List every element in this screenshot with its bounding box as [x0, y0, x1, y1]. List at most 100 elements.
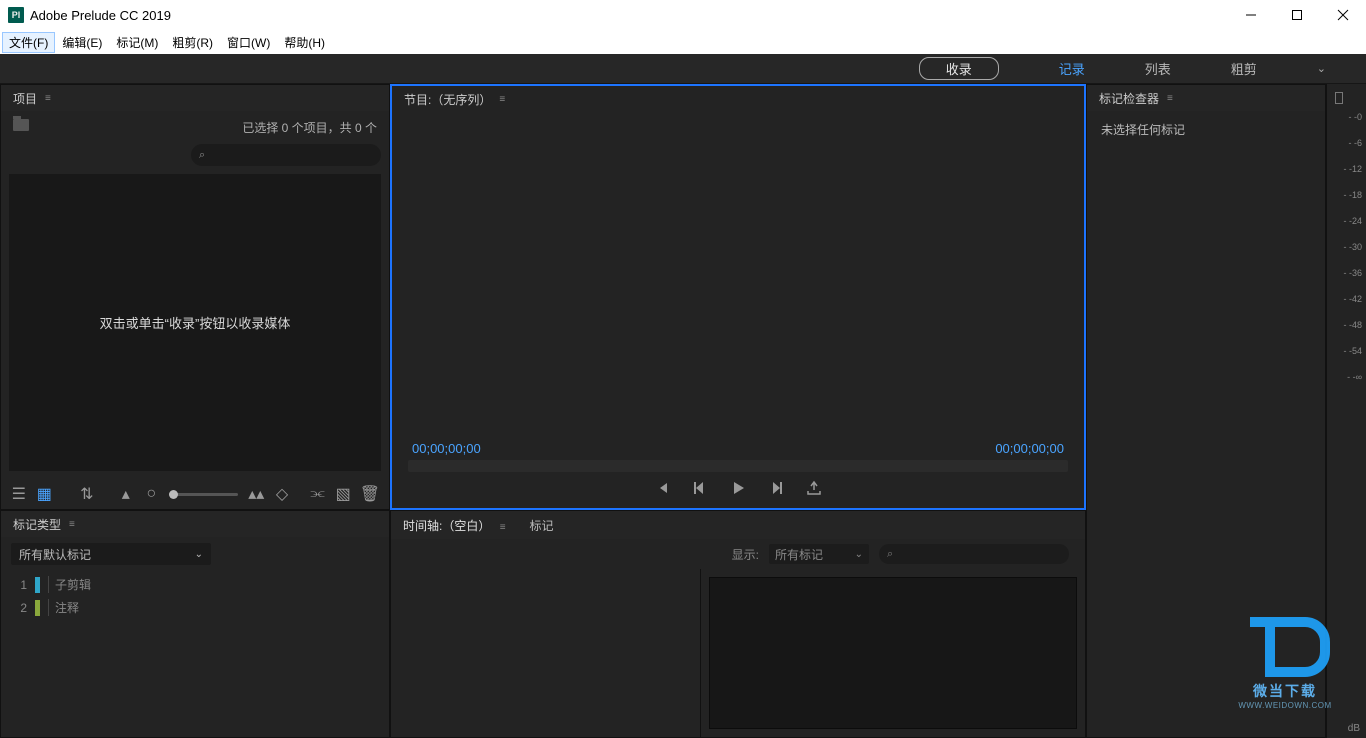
search-icon: ⌕: [887, 548, 893, 561]
bin-icon[interactable]: [13, 119, 29, 131]
minimize-button[interactable]: [1228, 0, 1274, 30]
automate-icon[interactable]: ⫘: [310, 485, 326, 503]
workspace-list[interactable]: 列表: [1145, 59, 1171, 78]
menu-rough[interactable]: 粗剪(R): [165, 32, 220, 53]
search-icon: ⌕: [199, 149, 205, 162]
menu-window[interactable]: 窗口(W): [220, 32, 277, 53]
panel-menu-icon[interactable]: ≡: [1167, 93, 1179, 104]
panel-menu-icon[interactable]: ≡: [500, 522, 506, 533]
project-search-input[interactable]: ⌕: [191, 144, 381, 166]
inspector-title: 标记检查器: [1099, 90, 1159, 107]
menu-file[interactable]: 文件(F): [2, 32, 55, 53]
timeline-track-area[interactable]: [709, 577, 1077, 729]
zoom-out-icon[interactable]: ▴: [118, 485, 134, 503]
window-titlebar: Pl Adobe Prelude CC 2019: [0, 0, 1366, 30]
meter-tick: - -54: [1343, 346, 1362, 356]
marker-preset-select[interactable]: 所有默认标记 ⌄: [11, 543, 211, 565]
app-title: Adobe Prelude CC 2019: [30, 8, 171, 23]
trash-icon[interactable]: 🗑: [361, 485, 379, 503]
marker-color-swatch: [35, 577, 40, 593]
timeline-show-label: 显示:: [732, 546, 759, 563]
menu-marker[interactable]: 标记(M): [109, 32, 165, 53]
timeline-track-header[interactable]: [391, 569, 701, 737]
meter-tick: - -42: [1343, 294, 1362, 304]
meter-tick: - -36: [1343, 268, 1362, 278]
project-placeholder: 双击或单击“收录”按钮以收录媒体: [100, 313, 291, 332]
zoom-max-icon[interactable]: ▴▴: [248, 485, 264, 503]
app-logo: Pl: [8, 7, 24, 23]
panel-menu-icon[interactable]: ≡: [69, 519, 81, 530]
zoom-slider[interactable]: [169, 493, 238, 496]
inspector-empty-text: 未选择任何标记: [1101, 121, 1311, 138]
menu-edit[interactable]: 编辑(E): [55, 32, 109, 53]
marker-inspector-panel: 标记检查器 ≡ 未选择任何标记: [1086, 84, 1326, 738]
meter-tick: - -∞: [1343, 372, 1362, 382]
workspace-more-icon[interactable]: ⌄: [1317, 62, 1326, 75]
chevron-down-icon: ⌄: [855, 549, 863, 560]
meter-tick: - -12: [1343, 164, 1362, 174]
timeline-search-input[interactable]: ⌕: [879, 544, 1069, 564]
monitor-scrubber[interactable]: [408, 460, 1068, 472]
marker-row-label: 子剪辑: [48, 576, 91, 593]
meter-tick: - -6: [1343, 138, 1362, 148]
timeline-show-select[interactable]: 所有标记 ⌄: [769, 544, 869, 564]
list-view-icon[interactable]: ☰: [11, 485, 27, 503]
marker-color-swatch: [35, 600, 40, 616]
play-icon[interactable]: [730, 480, 746, 501]
project-toolbar: ☰ ▦ ⇅ ▴ ○ ▴▴ ◇ ⫘ ▧ 🗑: [1, 479, 389, 509]
tab-timeline[interactable]: 时间轴:（空白） ≡: [391, 517, 518, 534]
project-panel-header[interactable]: 项目 ≡: [1, 85, 389, 111]
meter-tick: - -0: [1343, 112, 1362, 122]
meter-tick: - -48: [1343, 320, 1362, 330]
audio-meter: - -0 - -6 - -12 - -18 - -24 - -30 - -36 - -42 - …: [1326, 84, 1366, 738]
meter-tick: - -18: [1343, 190, 1362, 200]
chevron-down-icon: ⌄: [195, 549, 203, 560]
zoom-diamond-icon[interactable]: ◇: [274, 485, 290, 503]
marker-type-title: 标记类型: [13, 516, 61, 533]
workspace-bar: 收录 记录 列表 粗剪 ⌄: [0, 54, 1366, 84]
inspector-header[interactable]: 标记检查器 ≡: [1087, 85, 1325, 111]
close-button[interactable]: [1320, 0, 1366, 30]
menu-bar: 文件(F) 编辑(E) 标记(M) 粗剪(R) 窗口(W) 帮助(H): [0, 30, 1366, 54]
panel-menu-icon[interactable]: ≡: [45, 93, 57, 104]
marker-row-index: 2: [15, 601, 27, 615]
marker-preset-value: 所有默认标记: [19, 546, 91, 563]
timeline-show-value: 所有标记: [775, 546, 823, 563]
meter-tick: - -30: [1343, 242, 1362, 252]
thumb-view-icon[interactable]: ▦: [37, 485, 53, 503]
project-status: 已选择 0 个项目，共 0 个: [242, 119, 377, 136]
sort-icon[interactable]: ⇅: [79, 485, 95, 503]
timecode-current[interactable]: 00;00;00;00: [412, 441, 481, 456]
timeline-panel: 时间轴:（空白） ≡ 标记 显示: 所有标记 ⌄ ⌕: [390, 510, 1086, 738]
program-monitor-panel: 节目:（无序列） ≡ 00;00;00;00 00;00;00;00: [390, 84, 1086, 510]
workspace-ingest[interactable]: 收录: [919, 57, 999, 80]
project-drop-area[interactable]: 双击或单击“收录”按钮以收录媒体: [9, 174, 381, 471]
project-panel-title: 项目: [13, 90, 37, 107]
zoom-min-icon[interactable]: ○: [144, 485, 160, 503]
panel-menu-icon[interactable]: ≡: [499, 94, 511, 105]
monitor-title: 节目:（无序列）: [404, 91, 491, 108]
workspace-rough[interactable]: 粗剪: [1231, 59, 1257, 78]
meter-tick: - -24: [1343, 216, 1362, 226]
timecode-duration: 00;00;00;00: [995, 441, 1064, 456]
marker-type-header[interactable]: 标记类型 ≡: [1, 511, 389, 537]
tab-timeline-label: 时间轴:（空白）: [403, 519, 490, 533]
monitor-header[interactable]: 节目:（无序列） ≡: [392, 86, 1084, 112]
marker-type-row[interactable]: 1 子剪辑: [11, 573, 379, 596]
menu-help[interactable]: 帮助(H): [277, 32, 332, 53]
marker-row-label: 注释: [48, 599, 79, 616]
marker-type-panel: 标记类型 ≡ 所有默认标记 ⌄ 1 子剪辑 2 注释: [0, 510, 390, 738]
marker-type-row[interactable]: 2 注释: [11, 596, 379, 619]
monitor-view[interactable]: [392, 112, 1084, 435]
goto-in-icon[interactable]: [654, 480, 670, 501]
new-bin-icon[interactable]: ▧: [335, 485, 351, 503]
monitor-controls: [392, 472, 1084, 508]
step-fwd-icon[interactable]: [768, 480, 784, 501]
workspace-log[interactable]: 记录: [1059, 59, 1085, 78]
step-back-icon[interactable]: [692, 480, 708, 501]
maximize-button[interactable]: [1274, 0, 1320, 30]
tab-marker[interactable]: 标记: [518, 517, 566, 534]
export-icon[interactable]: [806, 480, 822, 501]
meter-indicator-icon: [1335, 92, 1343, 104]
marker-row-index: 1: [15, 578, 27, 592]
